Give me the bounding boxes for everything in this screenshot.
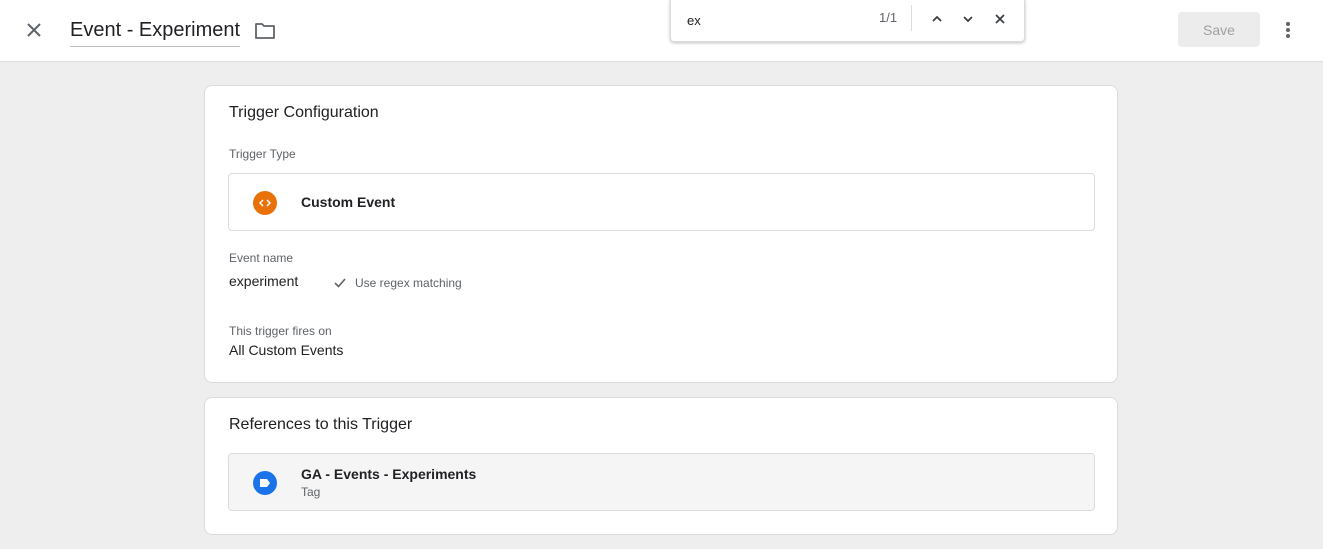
find-bar: 1/1 (670, 0, 1025, 42)
close-button[interactable] (20, 16, 48, 44)
card-heading: References to this Trigger (229, 416, 413, 433)
fires-on-value: All Custom Events (229, 342, 344, 358)
folder-button[interactable] (252, 18, 278, 44)
references-card: References to this Trigger GA - Events -… (204, 397, 1118, 535)
trigger-type-label: Trigger Type (229, 147, 296, 161)
find-close-button[interactable] (987, 6, 1013, 32)
reference-item[interactable]: GA - Events - Experiments Tag (228, 453, 1095, 511)
page-title[interactable]: Event - Experiment (70, 17, 241, 47)
find-match-count: 1/1 (879, 10, 898, 25)
folder-icon (255, 23, 275, 39)
more-vert-icon (1286, 22, 1290, 38)
find-input[interactable] (687, 9, 857, 31)
trigger-type-selector[interactable]: Custom Event (228, 173, 1095, 231)
reference-type: Tag (301, 485, 321, 499)
close-icon (27, 23, 41, 37)
regex-matching-indicator: Use regex matching (333, 276, 462, 290)
close-icon (995, 14, 1005, 24)
chevron-up-icon (932, 15, 942, 22)
regex-matching-label: Use regex matching (355, 276, 462, 290)
find-previous-button[interactable] (924, 6, 950, 32)
event-name-label: Event name (229, 251, 294, 265)
more-options-button[interactable] (1276, 17, 1300, 43)
custom-event-icon (253, 191, 277, 215)
save-button[interactable]: Save (1178, 12, 1260, 47)
find-next-button[interactable] (955, 6, 981, 32)
check-icon (334, 278, 346, 288)
event-name-value: experiment (229, 273, 299, 289)
chevron-down-icon (963, 16, 973, 23)
top-bar: Event - Experiment 1/1 Save (0, 0, 1323, 62)
find-divider (911, 5, 912, 31)
trigger-type-value: Custom Event (301, 194, 396, 210)
tag-icon (253, 471, 277, 495)
card-heading: Trigger Configuration (229, 104, 379, 121)
trigger-configuration-card: Trigger Configuration Trigger Type Custo… (204, 85, 1118, 383)
reference-name: GA - Events - Experiments (301, 466, 477, 482)
fires-on-label: This trigger fires on (229, 324, 332, 338)
